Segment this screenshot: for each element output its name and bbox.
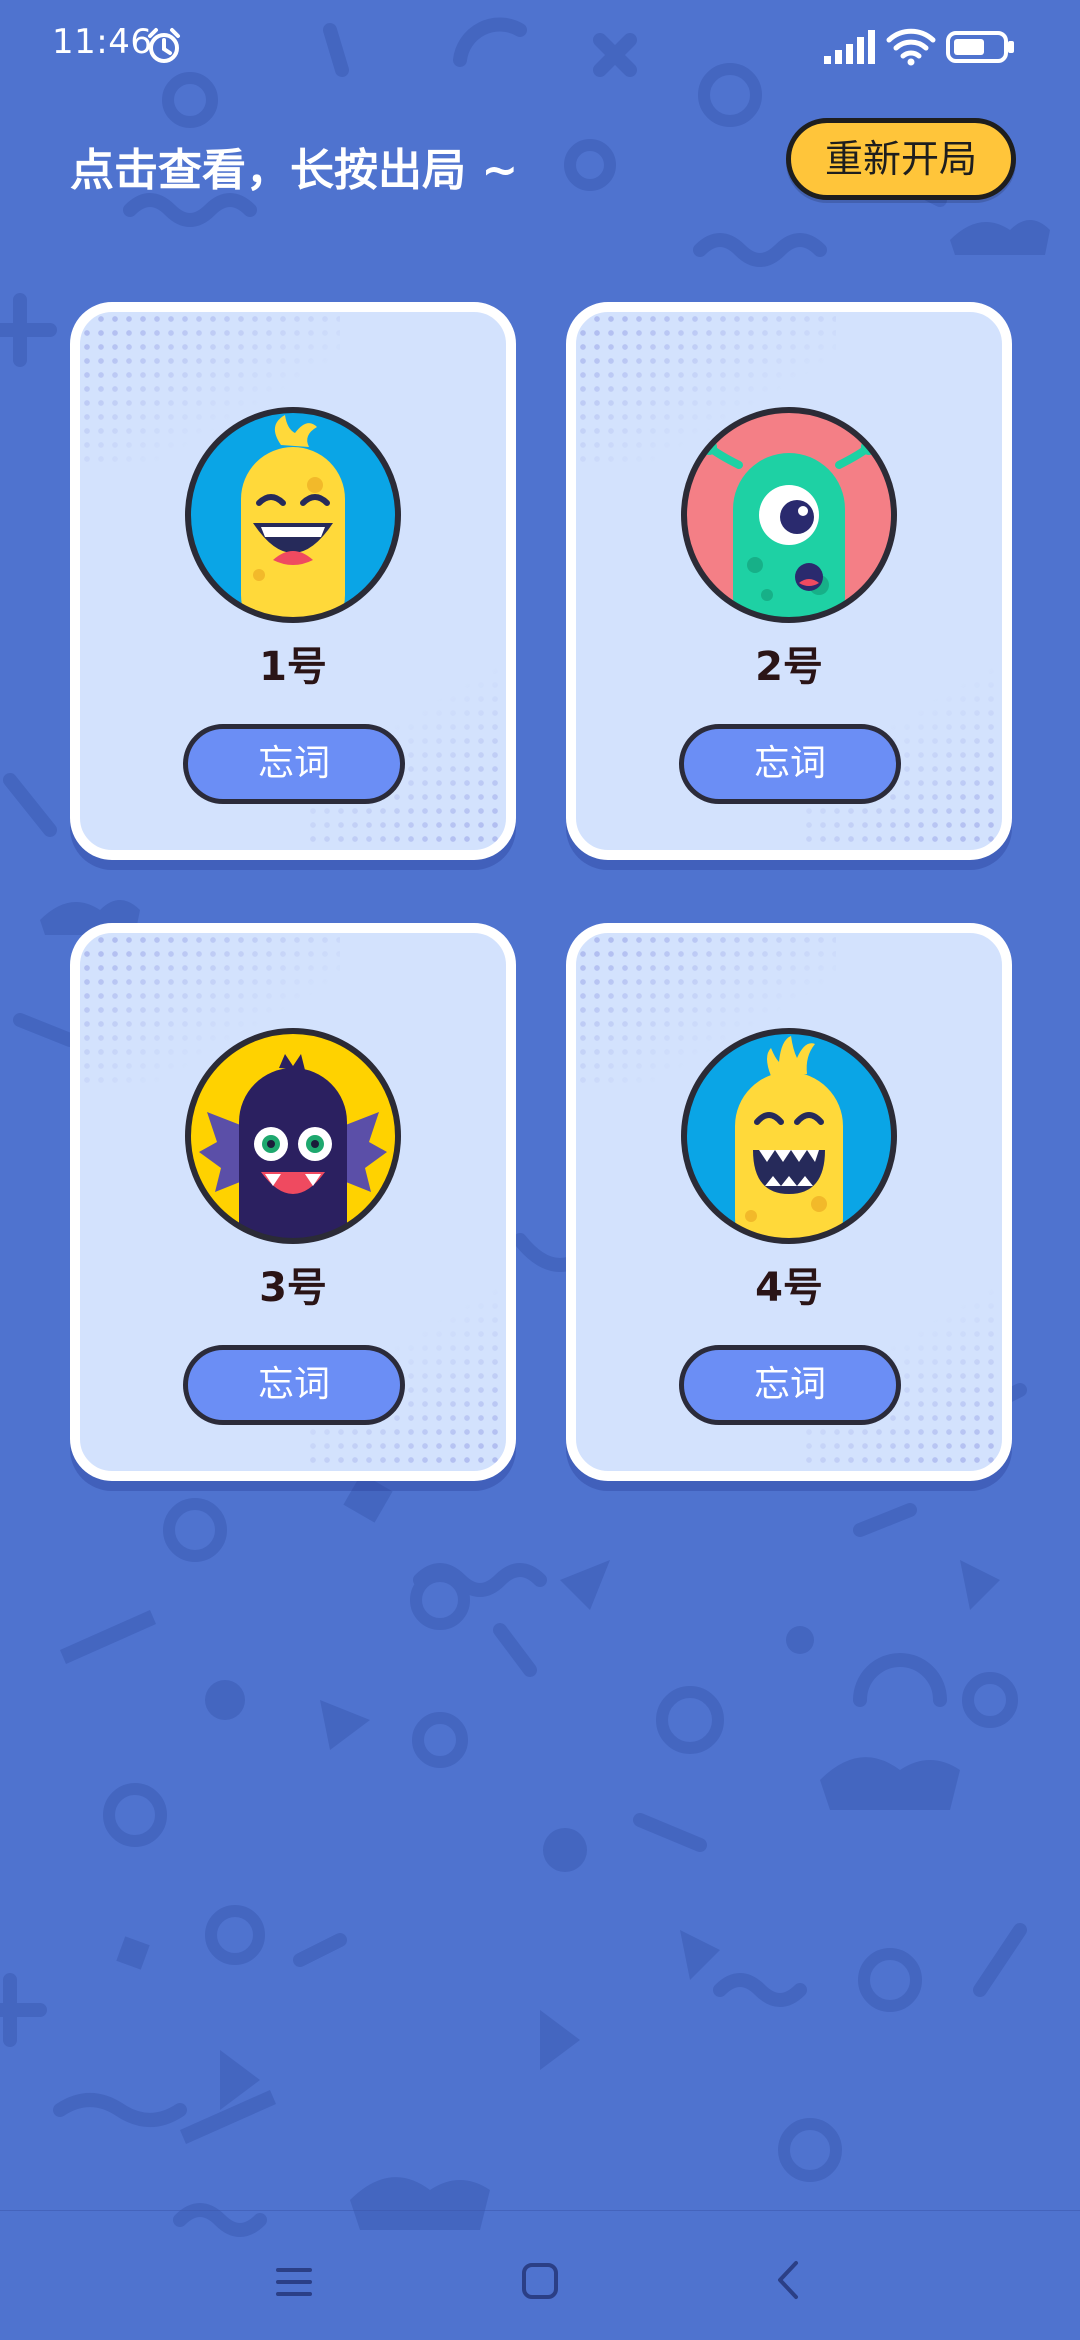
player-card-3[interactable]: 3号 忘词 [70,923,516,1481]
player-card-1[interactable]: 1号 忘词 [70,302,516,860]
player-number: 4号 [755,1265,823,1311]
restart-button[interactable]: 重新开局 [786,118,1016,200]
yellow-spiky-monster-avatar[interactable] [679,1026,899,1246]
forget-word-button[interactable]: 忘词 [183,724,405,804]
yellow-monster-avatar[interactable] [183,405,403,625]
wifi-icon [886,26,936,70]
forget-word-button[interactable]: 忘词 [679,1345,901,1425]
battery-icon [946,30,1016,68]
back-icon[interactable] [772,2259,802,2305]
forget-word-button[interactable]: 忘词 [679,724,901,804]
player-number: 1号 [259,644,327,690]
player-card-4[interactable]: 4号 忘词 [566,923,1012,1481]
instruction-text: 点击查看，长按出局 ~ [70,145,519,196]
home-icon[interactable] [520,2261,560,2305]
player-number: 2号 [755,644,823,690]
forget-word-button[interactable]: 忘词 [183,1345,405,1425]
signal-icon [824,30,876,68]
player-card-2[interactable]: 2号 忘词 [566,302,1012,860]
menu-icon[interactable] [274,2264,314,2304]
purple-bat-monster-avatar[interactable] [183,1026,403,1246]
status-bar: 11:46 [0,0,1080,95]
status-time: 11:46 [52,22,153,62]
navigation-bar [0,2210,1080,2340]
green-one-eyed-monster-avatar[interactable] [679,405,899,625]
alarm-icon [144,26,184,70]
player-number: 3号 [259,1265,327,1311]
